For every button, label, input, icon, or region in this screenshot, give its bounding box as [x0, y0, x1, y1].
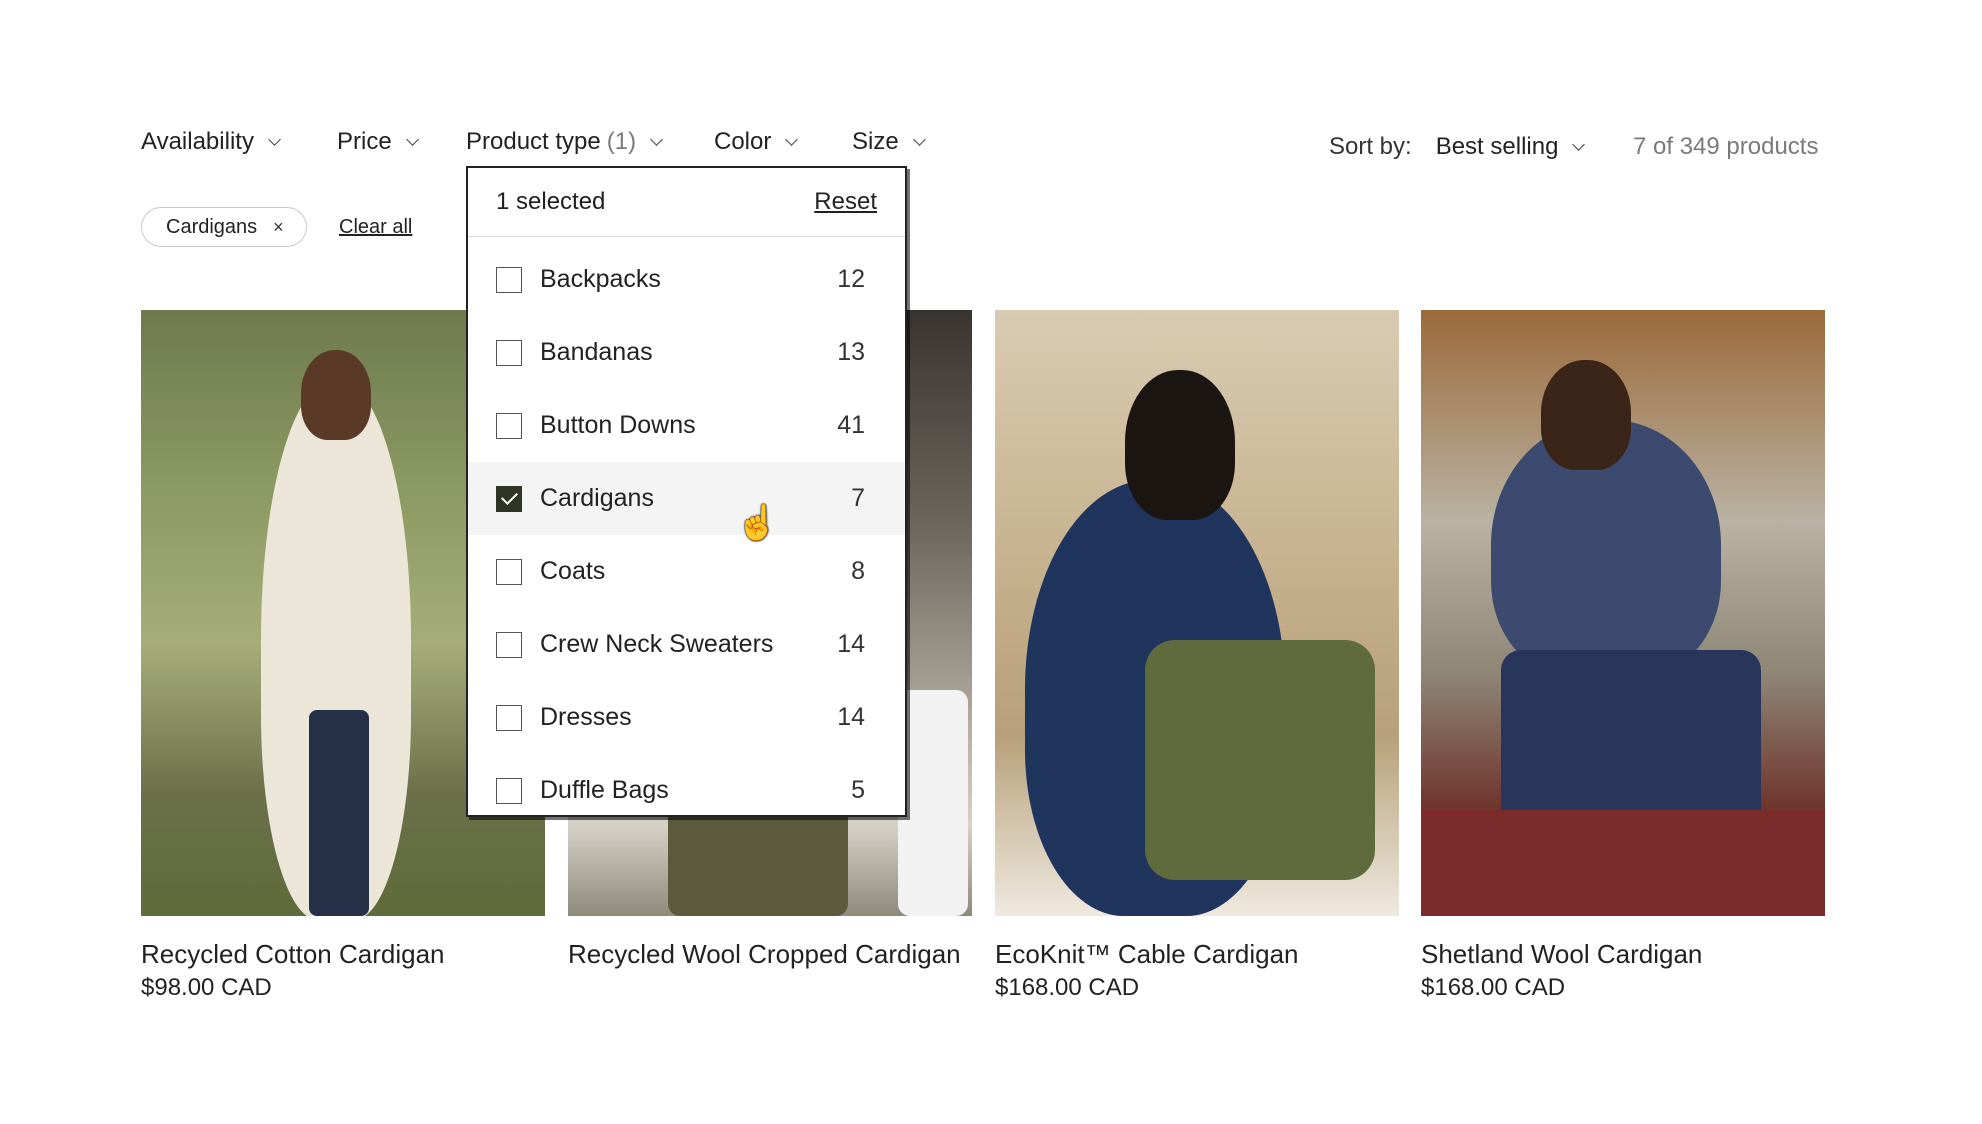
product-type-option[interactable]: Dresses 14 [468, 681, 905, 754]
sort-label: Sort by: [1329, 133, 1412, 160]
option-label: Dresses [540, 703, 632, 731]
filter-product-type-label: Product type [466, 128, 601, 155]
filter-availability-label: Availability [141, 128, 254, 155]
checkbox[interactable] [496, 339, 522, 366]
product-type-option[interactable]: Cardigans 7 [468, 462, 905, 535]
filter-product-type[interactable]: Product type (1) [466, 122, 663, 162]
product-image[interactable] [1421, 310, 1825, 916]
filter-color-label: Color [714, 128, 772, 155]
filter-product-type-count: (1) [606, 128, 637, 155]
product-type-option[interactable]: Backpacks 12 [468, 243, 905, 316]
option-label: Duffle Bags [540, 776, 669, 804]
product-name[interactable]: EcoKnit™ Cable Cardigan [995, 938, 1399, 970]
sort-control[interactable]: Sort by: Best selling [1329, 127, 1586, 167]
checkbox[interactable] [496, 266, 522, 293]
option-label: Cardigans [540, 484, 654, 512]
checkbox[interactable] [496, 558, 522, 585]
close-icon[interactable]: × [273, 217, 284, 238]
sort-value: Best selling [1435, 133, 1559, 160]
chevron-down-icon [650, 132, 663, 146]
product-type-option[interactable]: Button Downs 41 [468, 389, 905, 462]
product-name[interactable]: Shetland Wool Cardigan [1421, 938, 1825, 970]
checkbox[interactable] [496, 704, 522, 731]
active-filter-chip-label: Cardigans [166, 215, 258, 238]
option-count: 14 [837, 630, 865, 658]
checkbox[interactable] [496, 631, 522, 658]
option-label: Backpacks [540, 265, 661, 293]
chevron-down-icon [912, 132, 926, 146]
option-count: 8 [851, 557, 865, 585]
option-count: 13 [837, 338, 865, 366]
product-type-dropdown: 1 selected Reset Backpacks 12 Bandanas 13 Bu… [466, 166, 907, 817]
chevron-down-icon [405, 132, 419, 146]
checkbox[interactable] [496, 777, 522, 804]
checkbox-checked[interactable] [496, 485, 522, 512]
filter-size[interactable]: Size [852, 122, 926, 162]
product-card[interactable]: Shetland Wool Cardigan $168.00 CAD [1421, 310, 1825, 1002]
option-label: Button Downs [540, 411, 696, 439]
filter-size-label: Size [852, 128, 899, 155]
option-label: Coats [540, 557, 606, 585]
option-label: Bandanas [540, 338, 653, 366]
product-card[interactable]: EcoKnit™ Cable Cardigan $168.00 CAD [995, 310, 1399, 1002]
product-type-options: Backpacks 12 Bandanas 13 Button Downs 41 Cardi… [468, 237, 905, 815]
option-count: 41 [837, 411, 865, 439]
option-count: 5 [851, 776, 865, 804]
clear-all-link[interactable]: Clear all [339, 207, 412, 247]
product-price: $98.00 CAD [141, 974, 272, 1001]
filter-color[interactable]: Color [714, 122, 799, 162]
selected-count: 1 selected [496, 188, 606, 215]
product-type-option[interactable]: Crew Neck Sweaters 14 [468, 608, 905, 681]
chevron-down-icon [268, 132, 281, 146]
product-name[interactable]: Recycled Wool Cropped Cardigan [568, 938, 972, 970]
product-type-option[interactable]: Bandanas 13 [468, 316, 905, 389]
option-count: 14 [837, 703, 865, 731]
option-count: 12 [837, 265, 865, 293]
filter-price[interactable]: Price [337, 122, 419, 162]
product-type-option[interactable]: Coats 8 [468, 535, 905, 608]
dropdown-header: 1 selected Reset [468, 168, 905, 237]
option-count: 7 [851, 484, 865, 512]
reset-link[interactable]: Reset [814, 188, 877, 216]
product-image[interactable] [995, 310, 1399, 916]
pointer-hand-icon: ☝ [736, 504, 779, 542]
chevron-down-icon [785, 132, 799, 146]
product-count: 7 of 349 products [1633, 133, 1819, 160]
option-label: Crew Neck Sweaters [540, 630, 774, 658]
product-type-option[interactable]: Duffle Bags 5 [468, 754, 905, 815]
product-price: $168.00 CAD [995, 974, 1140, 1001]
active-filter-chip[interactable]: Cardigans × [141, 207, 307, 247]
filter-price-label: Price [337, 128, 392, 155]
filter-availability[interactable]: Availability [141, 122, 281, 162]
product-price: $168.00 CAD [1421, 974, 1566, 1001]
product-name[interactable]: Recycled Cotton Cardigan [141, 938, 545, 970]
chevron-down-icon [1572, 137, 1586, 151]
checkbox[interactable] [496, 412, 522, 439]
